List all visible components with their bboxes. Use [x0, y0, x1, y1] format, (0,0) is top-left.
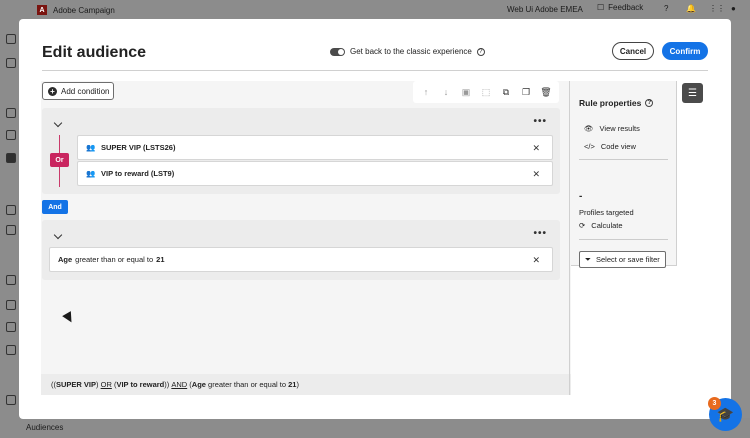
- cancel-button[interactable]: Cancel: [612, 42, 654, 60]
- chevron-down-icon[interactable]: [53, 118, 63, 128]
- condition-operator: greater than or equal to: [75, 255, 154, 264]
- condition-field: Age: [58, 255, 73, 264]
- avatar[interactable]: ●: [731, 4, 742, 15]
- copy-icon[interactable]: ❐: [520, 86, 532, 98]
- home-icon[interactable]: [6, 34, 16, 44]
- duplicate-icon[interactable]: ⧉: [500, 86, 512, 98]
- top-bar: A Adobe Campaign Web Ui Adobe EMEA ☐ Fee…: [0, 0, 750, 20]
- condition-value: 21: [156, 255, 165, 264]
- panel-divider: [579, 239, 668, 240]
- bell-icon[interactable]: 🔔: [686, 4, 697, 15]
- dialog-title: Edit audience: [42, 44, 147, 61]
- bottom-breadcrumb: Audiences: [0, 418, 750, 438]
- rule-properties-title: Rule properties ?: [579, 98, 654, 108]
- adobe-logo-icon: A: [37, 5, 47, 15]
- classic-experience-label: Get back to the classic experience: [350, 47, 472, 56]
- code-icon: </>: [584, 142, 595, 151]
- audiences-link[interactable]: Audiences: [26, 423, 63, 432]
- explorer-icon[interactable]: [6, 58, 16, 68]
- edit-audience-dialog: Edit audience Get back to the classic ex…: [19, 19, 731, 419]
- content-icon[interactable]: [6, 205, 16, 215]
- summary-text: )): [164, 380, 172, 389]
- add-condition-button[interactable]: + Add condition: [42, 82, 114, 100]
- refresh-icon: ⟳: [579, 221, 586, 230]
- remove-condition-icon[interactable]: ✕: [532, 143, 540, 154]
- move-down-icon[interactable]: ↓: [440, 86, 452, 98]
- chevron-down-icon[interactable]: [53, 230, 63, 240]
- schemas-icon[interactable]: [6, 300, 16, 310]
- condition-super-vip[interactable]: 👥 SUPER VIP (LSTS26) ✕: [77, 135, 553, 160]
- remove-condition-icon[interactable]: ✕: [532, 255, 540, 266]
- condition-group-1: ••• Or 👥 SUPER VIP (LSTS26) ✕ 👥 VIP to r…: [42, 108, 560, 194]
- audience-icon: 👥: [86, 169, 96, 178]
- summary-operator: OR: [100, 380, 112, 389]
- and-operator-badge[interactable]: And: [42, 200, 68, 214]
- reports-icon[interactable]: [6, 275, 16, 285]
- summary-value: 21: [288, 380, 297, 389]
- profiles-count: -: [579, 191, 583, 202]
- remove-condition-icon[interactable]: ✕: [532, 169, 540, 180]
- select-or-save-filter-button[interactable]: ⏷ Select or save filter: [579, 251, 666, 268]
- query-summary: ((SUPER VIP) OR (VIP to reward)) AND (Ag…: [41, 374, 571, 395]
- audiences-nav-icon[interactable]: [6, 153, 16, 163]
- summary-segment: VIP to reward: [116, 380, 165, 389]
- code-view-button[interactable]: </> Code view: [584, 142, 636, 151]
- condition-age[interactable]: Age greater than or equal to 21 ✕: [49, 247, 553, 272]
- panel-divider: [569, 81, 570, 395]
- info-icon[interactable]: ?: [476, 47, 485, 56]
- summary-field: Age: [191, 380, 206, 389]
- condition-group-2: ••• Age greater than or equal to 21 ✕: [42, 220, 560, 280]
- move-up-icon[interactable]: ↑: [420, 86, 432, 98]
- add-icon: +: [48, 86, 57, 96]
- filter-icon: ⏷: [585, 254, 591, 264]
- app-name: Adobe Campaign: [53, 5, 115, 15]
- classic-experience-toggle-row: Get back to the classic experience ?: [330, 47, 485, 56]
- confirm-button[interactable]: Confirm: [662, 42, 708, 60]
- feedback-icon: ☐: [597, 3, 605, 12]
- more-options-icon[interactable]: •••: [533, 228, 547, 239]
- org-switcher[interactable]: Web Ui Adobe EMEA: [507, 5, 583, 14]
- deliveries-icon[interactable]: [6, 130, 16, 140]
- app-grid-icon[interactable]: ⋮⋮: [709, 4, 725, 15]
- workflows-icon[interactable]: [6, 322, 16, 332]
- add-condition-label: Add condition: [61, 86, 110, 96]
- profiles-icon[interactable]: [6, 395, 16, 405]
- offers-icon[interactable]: [6, 225, 16, 235]
- ungroup-icon[interactable]: ⬚: [480, 86, 492, 98]
- delete-icon[interactable]: 🗑: [540, 86, 552, 98]
- summary-text: ): [296, 380, 299, 389]
- condition-label: SUPER VIP (LSTS26): [101, 143, 176, 152]
- profiles-targeted-label: Profiles targeted: [579, 208, 634, 217]
- or-operator-badge[interactable]: Or: [50, 153, 69, 167]
- condition-label: VIP to reward (LST9): [101, 169, 175, 178]
- admin-icon[interactable]: [6, 345, 16, 355]
- notification-badge: 3: [708, 397, 721, 410]
- summary-segment: SUPER VIP: [56, 380, 97, 389]
- rule-toolbar: ↑ ↓ ▣ ⬚ ⧉ ❐ 🗑: [413, 81, 559, 103]
- help-icon[interactable]: ?: [664, 4, 675, 15]
- calculate-button[interactable]: ⟳ Calculate: [579, 221, 623, 230]
- audience-icon: 👥: [86, 143, 96, 152]
- classic-experience-toggle[interactable]: [330, 47, 345, 56]
- panel-divider: [579, 159, 668, 160]
- more-options-icon[interactable]: •••: [533, 116, 547, 127]
- view-results-button[interactable]: 👁 View results: [584, 124, 640, 133]
- info-icon[interactable]: ?: [645, 99, 654, 107]
- rule-properties-panel: Rule properties ? 👁 View results </> Cod…: [571, 81, 677, 268]
- campaigns-icon[interactable]: [6, 108, 16, 118]
- group-icon[interactable]: ▣: [460, 86, 472, 98]
- feedback-button[interactable]: ☐ Feedback: [597, 3, 643, 12]
- condition-vip-to-reward[interactable]: 👥 VIP to reward (LST9) ✕: [77, 161, 553, 186]
- summary-operator: AND: [171, 380, 188, 389]
- header-divider: [42, 70, 708, 71]
- brand[interactable]: A Adobe Campaign: [37, 5, 115, 15]
- eye-icon: 👁: [584, 124, 594, 133]
- settings-sliders-icon[interactable]: ☰: [682, 83, 703, 103]
- summary-text: greater than or equal to: [205, 380, 289, 389]
